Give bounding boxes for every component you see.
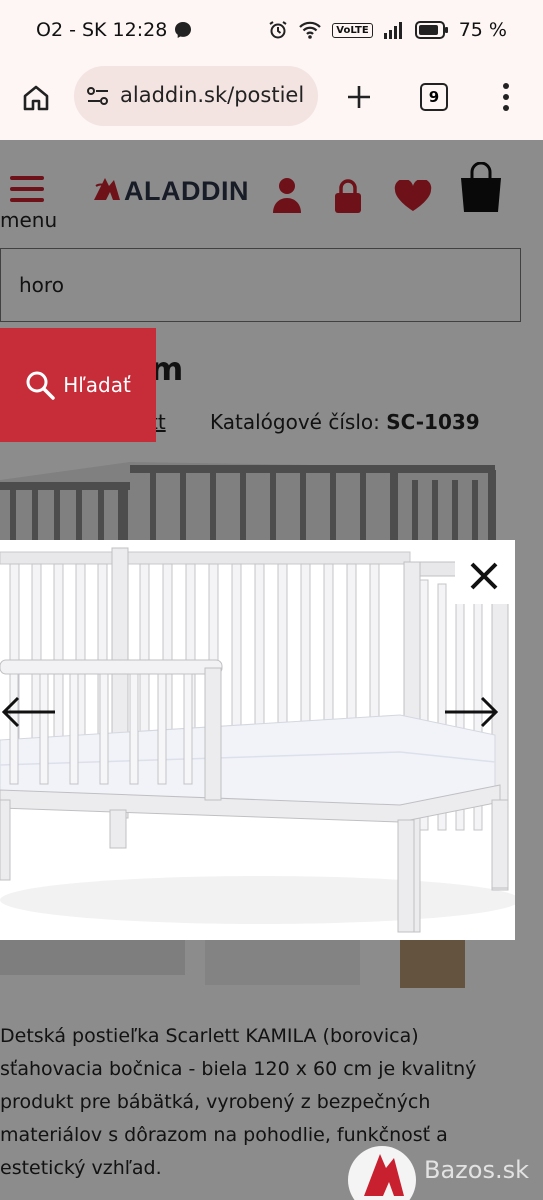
bazos-logo-icon [348,1146,416,1200]
url-text: aladdin.sk/postiel [120,83,305,107]
browser-toolbar: aladdin.sk/postiel 9 [0,62,543,140]
lightbox-image [0,540,515,940]
address-bar[interactable]: aladdin.sk/postiel [74,66,318,126]
wifi-icon [299,21,322,39]
watermark-text: Bazos.sk [424,1156,529,1184]
volte-badge: VoLTE [332,22,373,38]
lightbox-next-arrow[interactable] [442,695,500,729]
image-lightbox [0,540,515,940]
new-tab-icon[interactable] [346,84,372,110]
web-page: menu ALADDIN horo m tt Katalógové číslo:… [0,140,543,1200]
more-menu-icon[interactable] [500,82,512,112]
home-icon[interactable] [22,84,50,112]
search-button[interactable]: Hľadať [0,328,156,442]
site-settings-icon[interactable] [86,86,110,106]
close-icon [470,562,498,590]
status-bar: O2 - SK 12:28 VoLTE 75 % [0,0,543,62]
battery-percent: 75 % [458,19,507,41]
search-button-label: Hľadať [63,373,131,397]
search-icon [26,371,55,400]
tab-switcher-button[interactable]: 9 [420,83,448,111]
battery-icon [414,21,448,39]
lightbox-close-button[interactable] [455,548,513,604]
messenger-icon [175,22,192,38]
bazos-watermark: Bazos.sk [338,1140,529,1200]
carrier-time: O2 - SK 12:28 [36,19,168,41]
lightbox-prev-arrow[interactable] [0,695,58,729]
tab-count: 9 [428,88,440,106]
alarm-icon [269,21,287,39]
signal-icon [383,22,402,39]
